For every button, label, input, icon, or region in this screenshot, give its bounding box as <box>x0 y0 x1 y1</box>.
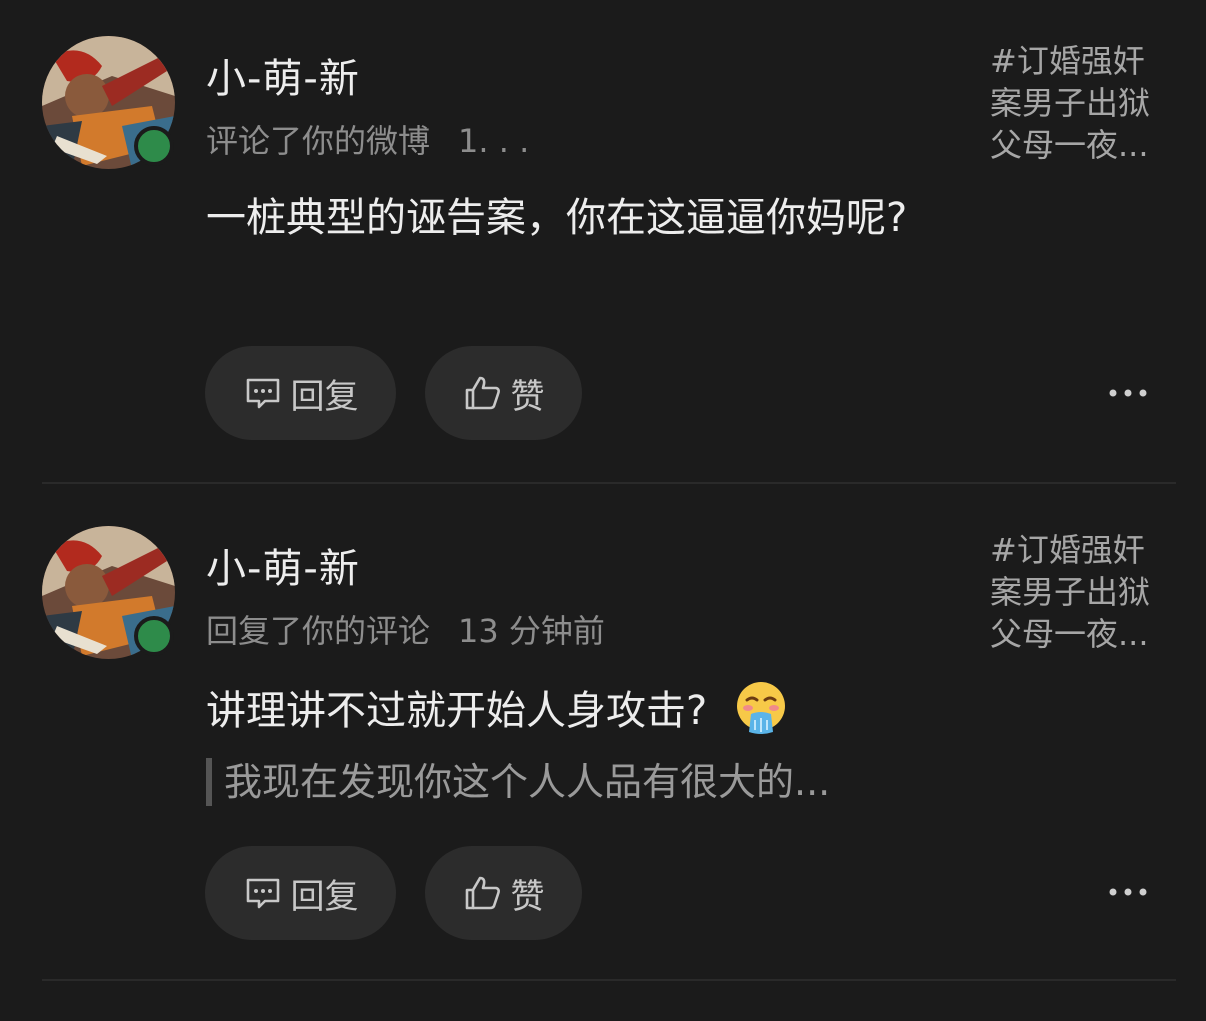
reply-button[interactable]: 回复 <box>205 346 396 440</box>
topic-line: 父母一夜... <box>990 126 1149 164</box>
more-options-icon[interactable] <box>1108 385 1148 401</box>
notification-meta: 评论了你的微博 1. . . <box>206 116 529 162</box>
action-text: 回复了你的评论 <box>206 612 431 650</box>
more-options-icon[interactable] <box>1108 884 1148 900</box>
topic-line: #订婚强奸 <box>990 42 1145 80</box>
timestamp: 13 分钟前 <box>458 612 605 650</box>
topic-line: 父母一夜... <box>990 615 1149 653</box>
notification-meta: 回复了你的评论 13 分钟前 <box>206 606 605 652</box>
notification-card[interactable]: 小-萌-新 回复了你的评论 13 分钟前 #订婚强奸 案男子出狱 父母一夜... … <box>0 484 1206 982</box>
timestamp: 1. . . <box>458 122 530 160</box>
like-button[interactable]: 赞 <box>425 846 582 940</box>
action-text: 评论了你的微博 <box>206 122 431 160</box>
like-label: 赞 <box>510 376 545 417</box>
reply-label: 回复 <box>290 376 359 417</box>
online-status-dot <box>134 616 174 656</box>
username[interactable]: 小-萌-新 <box>206 536 360 594</box>
divider <box>42 979 1176 981</box>
notification-card[interactable]: 小-萌-新 评论了你的微博 1. . . #订婚强奸 案男子出狱 父母一夜... … <box>0 0 1206 484</box>
username[interactable]: 小-萌-新 <box>206 46 360 104</box>
thumbs-up-icon <box>465 876 500 910</box>
comment-text: 讲理讲不过就开始人身攻击? <box>206 688 708 734</box>
comment-icon <box>246 878 279 909</box>
vomiting-face-emoji <box>737 682 786 734</box>
comment-content: 讲理讲不过就开始人身攻击? <box>206 676 946 746</box>
reply-button[interactable]: 回复 <box>205 846 396 940</box>
thumbs-up-icon <box>465 376 500 410</box>
online-status-dot <box>134 126 174 166</box>
topic-link[interactable]: #订婚强奸 案男子出狱 父母一夜... <box>990 40 1180 166</box>
reply-label: 回复 <box>290 876 359 917</box>
like-button[interactable]: 赞 <box>425 346 582 440</box>
comment-text: 一桩典型的诬告案，你在这逼逼你妈呢? <box>206 195 908 241</box>
quoted-comment[interactable]: 我现在发现你这个人人品有很大的... <box>206 758 830 806</box>
topic-link[interactable]: #订婚强奸 案男子出狱 父母一夜... <box>990 529 1180 655</box>
topic-line: 案男子出狱 <box>990 84 1151 122</box>
comment-icon <box>246 378 279 409</box>
topic-line: 案男子出狱 <box>990 573 1151 611</box>
like-label: 赞 <box>510 876 545 917</box>
topic-line: #订婚强奸 <box>990 531 1145 569</box>
